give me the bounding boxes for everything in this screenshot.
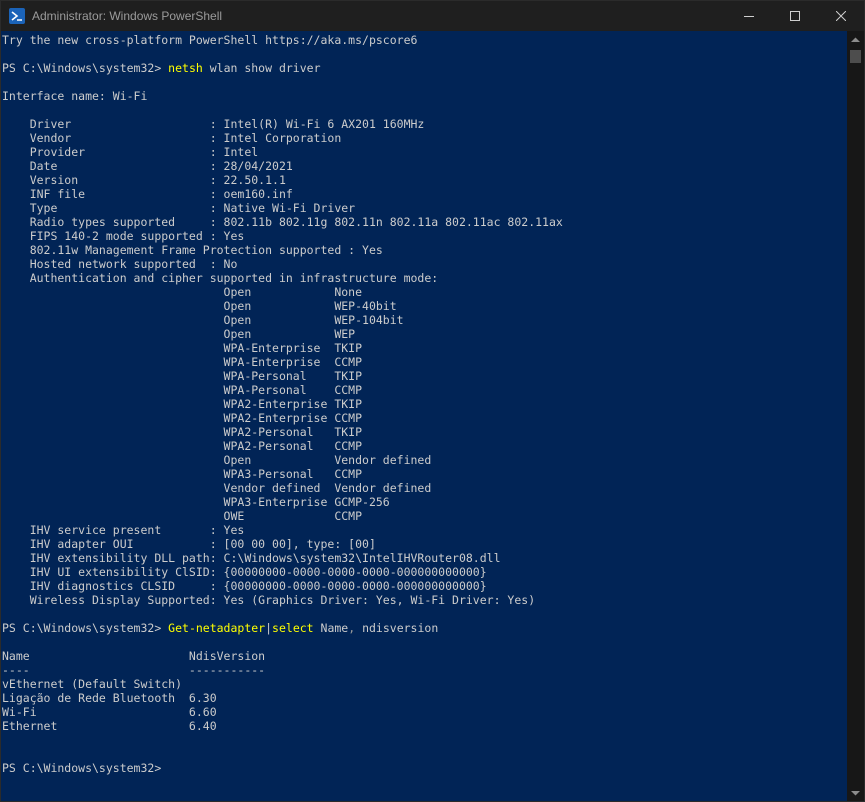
console-line: Open WEP-104bit (2, 313, 404, 327)
console-line: WPA2-Enterprise CCMP (2, 411, 363, 425)
console-line: Hosted network supported : No (2, 257, 238, 271)
console-line: Wireless Display Supported: Yes (Graphic… (2, 593, 536, 607)
console-line: Ligação de Rede Bluetooth 6.30 (2, 691, 217, 705)
close-button[interactable] (818, 1, 864, 31)
console-line: WPA-Personal CCMP (2, 383, 363, 397)
console-line: OWE CCMP (2, 509, 363, 523)
console-line: Radio types supported : 802.11b 802.11g … (2, 215, 563, 229)
console-line: Wi-Fi 6.60 (2, 705, 217, 719)
powershell-icon (9, 8, 25, 24)
console-line: WPA-Enterprise CCMP (2, 355, 363, 369)
console-line: IHV extensibility DLL path: C:\Windows\s… (2, 551, 501, 565)
scroll-thumb[interactable] (850, 50, 861, 63)
console-prompt: PS C:\Windows\system32> (2, 61, 169, 75)
maximize-icon (790, 11, 800, 21)
console-prompt: PS C:\Windows\system32> (2, 621, 169, 635)
console-line: Version : 22.50.1.1 (2, 173, 286, 187)
console-line: WPA2-Personal CCMP (2, 439, 363, 453)
console-line: Authentication and cipher supported in i… (2, 271, 439, 285)
scroll-down-button[interactable] (847, 784, 864, 801)
window-title: Administrator: Windows PowerShell (32, 9, 223, 23)
console-line: IHV adapter OUI : [00 00 00], type: [00] (2, 537, 376, 551)
title-bar[interactable]: Administrator: Windows PowerShell (1, 1, 864, 31)
command-name: netsh (168, 61, 203, 75)
vertical-scrollbar[interactable] (847, 31, 864, 801)
console-line: Interface name: Wi-Fi (2, 89, 148, 103)
console-line: vEthernet (Default Switch) (2, 677, 183, 691)
console-line: PS C:\Windows\system32> (2, 761, 162, 775)
console-line: WPA-Personal TKIP (2, 369, 363, 383)
minimize-button[interactable] (726, 1, 772, 31)
command-line: PS C:\Windows\system32> netsh wlan show … (2, 61, 321, 75)
console-line: Open Vendor defined (2, 453, 432, 467)
command-args: ndisversion (355, 621, 439, 635)
command-args: Name (313, 621, 349, 635)
maximize-button[interactable] (772, 1, 818, 31)
console-line: Vendor defined Vendor defined (2, 481, 432, 495)
console-line: Try the new cross-platform PowerShell ht… (2, 33, 418, 47)
console-line: INF file : oem160.inf (2, 187, 293, 201)
command-line: PS C:\Windows\system32> Get-netadapter|s… (2, 621, 438, 635)
console-line: IHV service present : Yes (2, 523, 245, 537)
console-line: Name NdisVersion (2, 649, 266, 663)
command-args: | (265, 621, 273, 635)
console-line: Driver : Intel(R) Wi-Fi 6 AX201 160MHz (2, 117, 425, 131)
console-line: Provider : Intel (2, 145, 259, 159)
minimize-icon (744, 16, 754, 17)
console-line: 802.11w Management Frame Protection supp… (2, 243, 383, 257)
console-line: WPA2-Enterprise TKIP (2, 397, 363, 411)
console-line: Ethernet 6.40 (2, 719, 217, 733)
console-line: Date : 28/04/2021 (2, 159, 293, 173)
console-line: Vendor : Intel Corporation (2, 131, 342, 145)
chevron-up-icon (851, 37, 860, 42)
console-line: WPA-Enterprise TKIP (2, 341, 363, 355)
command-name: select (272, 621, 314, 635)
console-line: WPA3-Personal CCMP (2, 467, 363, 481)
console-line: Open WEP-40bit (2, 299, 397, 313)
console-line: Open WEP (2, 327, 356, 341)
console-line: FIPS 140-2 mode supported : Yes (2, 229, 245, 243)
scroll-up-button[interactable] (847, 31, 864, 48)
close-icon (836, 11, 846, 21)
powershell-window: Administrator: Windows PowerShell Try th… (0, 0, 865, 802)
console-line: ---- ----------- (2, 663, 266, 677)
console-line: WPA3-Enterprise GCMP-256 (2, 495, 390, 509)
command-args: wlan show driver (202, 61, 321, 75)
console-line: WPA2-Personal TKIP (2, 425, 363, 439)
console-line: Type : Native Wi-Fi Driver (2, 201, 356, 215)
console-line: Open None (2, 285, 363, 299)
command-name: Get-netadapter (168, 621, 266, 635)
console-output[interactable]: Try the new cross-platform PowerShell ht… (2, 31, 847, 801)
chevron-down-icon (851, 790, 860, 795)
console-line: IHV diagnostics CLSID : {00000000-0000-0… (2, 579, 487, 593)
console-line: IHV UI extensibility ClSID: {00000000-00… (2, 565, 487, 579)
